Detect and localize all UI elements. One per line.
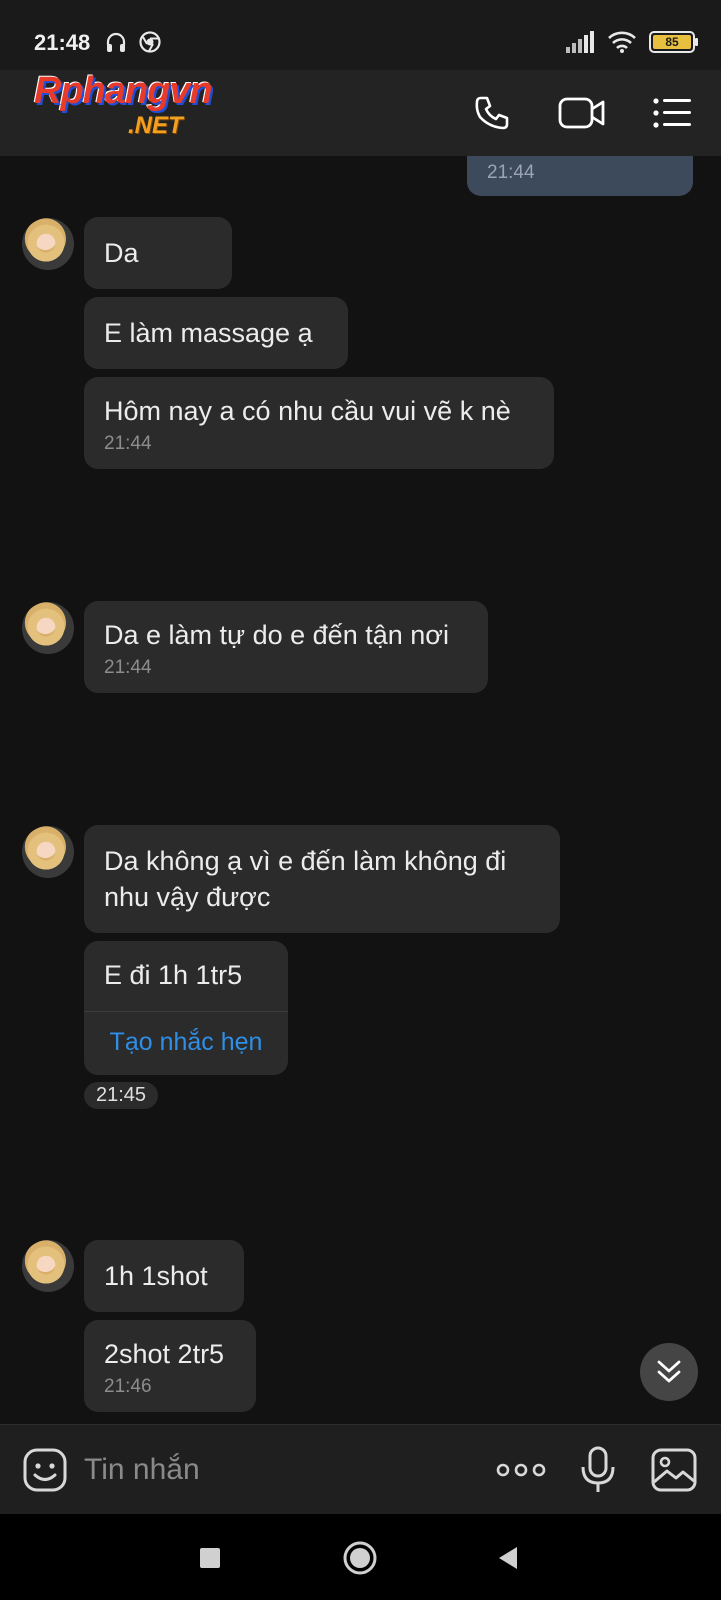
system-navigation-bar: [0, 1514, 721, 1600]
incoming-message[interactable]: Da e làm tự do e đến tận nơi 21:44: [84, 601, 488, 693]
back-button[interactable]: [486, 1536, 530, 1580]
message-text: E đi 1h 1tr5: [104, 960, 243, 990]
video-camera-icon: [558, 97, 605, 129]
message-composer: [0, 1424, 721, 1514]
message-time: 21:44: [104, 657, 152, 678]
contact-avatar[interactable]: [22, 218, 74, 270]
contact-avatar[interactable]: [22, 826, 74, 878]
message-text-line: Da không ạ vì e đến làm không đi: [104, 846, 507, 876]
header-actions: [467, 90, 697, 136]
contact-avatar[interactable]: [22, 602, 74, 654]
battery-level: 85: [653, 35, 691, 49]
headphones-icon: [106, 32, 126, 52]
chat-options-button[interactable]: [647, 90, 697, 136]
circle-icon: [343, 1541, 377, 1575]
status-icons-right: 85: [565, 30, 698, 54]
scroll-to-bottom-button[interactable]: [640, 1343, 698, 1401]
incoming-message[interactable]: Da không ạ vì e đến làm không đi nhu vậy…: [84, 825, 560, 933]
message-text-line: nhu vậy được: [104, 882, 271, 912]
sticker-button[interactable]: [22, 1447, 68, 1493]
more-dots-icon: [496, 1463, 546, 1477]
incoming-message[interactable]: E làm massage ạ: [84, 297, 348, 369]
incoming-message[interactable]: Hôm nay a có nhu cầu vui vẽ k nè 21:44: [84, 377, 554, 469]
back-triangle-icon: [499, 1547, 517, 1569]
incoming-message[interactable]: 1h 1shot: [84, 1240, 244, 1312]
list-menu-icon: [653, 98, 691, 128]
photo-button[interactable]: [650, 1447, 698, 1493]
message-text: E làm massage ạ: [104, 318, 313, 348]
message-input[interactable]: [84, 1447, 464, 1493]
status-bar: 21:48 85: [0, 0, 721, 70]
double-chevron-down-icon: [657, 1360, 681, 1383]
contact-avatar[interactable]: [22, 1240, 74, 1292]
wifi-icon: [608, 31, 636, 53]
call-button[interactable]: [467, 90, 517, 136]
square-icon: [200, 1548, 220, 1568]
watermark-logo: Rphangvn: [34, 70, 213, 112]
more-options-button[interactable]: [494, 1449, 548, 1491]
chat-header: Rphangvn .NET: [0, 70, 721, 156]
message-time: 21:44: [487, 162, 535, 183]
message-text: Hôm nay a có nhu cầu vui vẽ k nè: [104, 396, 511, 426]
image-icon: [651, 1448, 697, 1492]
microphone-icon: [581, 1446, 615, 1492]
incoming-message[interactable]: E đi 1h 1tr5 Tạo nhắc hẹn: [84, 941, 288, 1075]
message-text: 1h 1shot: [104, 1261, 208, 1291]
home-button[interactable]: [338, 1536, 382, 1580]
voice-message-button[interactable]: [578, 1445, 618, 1495]
sticker-icon: [23, 1448, 67, 1492]
message-text: 2shot 2tr5: [104, 1339, 225, 1369]
message-list[interactable]: 21:44 Da E làm massage ạ Hôm nay a có nh…: [0, 156, 721, 1424]
watermark-logo-suffix: .NET: [128, 112, 183, 139]
battery-icon: 85: [649, 31, 698, 53]
phone-icon: [475, 96, 509, 130]
message-time: 21:44: [104, 433, 152, 454]
signal-icon: [566, 31, 594, 53]
outgoing-message[interactable]: 21:44: [467, 156, 693, 196]
create-reminder-link[interactable]: Tạo nhắc hẹn: [84, 1028, 288, 1057]
message-time: 21:45: [84, 1082, 159, 1109]
message-text: Da: [104, 238, 139, 268]
video-call-button[interactable]: [557, 90, 607, 136]
recents-button[interactable]: [188, 1536, 232, 1580]
message-text: Da e làm tự do e đến tận nơi: [104, 620, 449, 650]
status-icons-left: [104, 30, 162, 54]
status-time: 21:48: [34, 30, 91, 55]
message-time: 21:46: [104, 1376, 152, 1397]
incoming-message[interactable]: Da: [84, 217, 232, 289]
incoming-message[interactable]: 2shot 2tr5 21:46: [84, 1320, 256, 1412]
chrome-icon: [139, 31, 161, 53]
